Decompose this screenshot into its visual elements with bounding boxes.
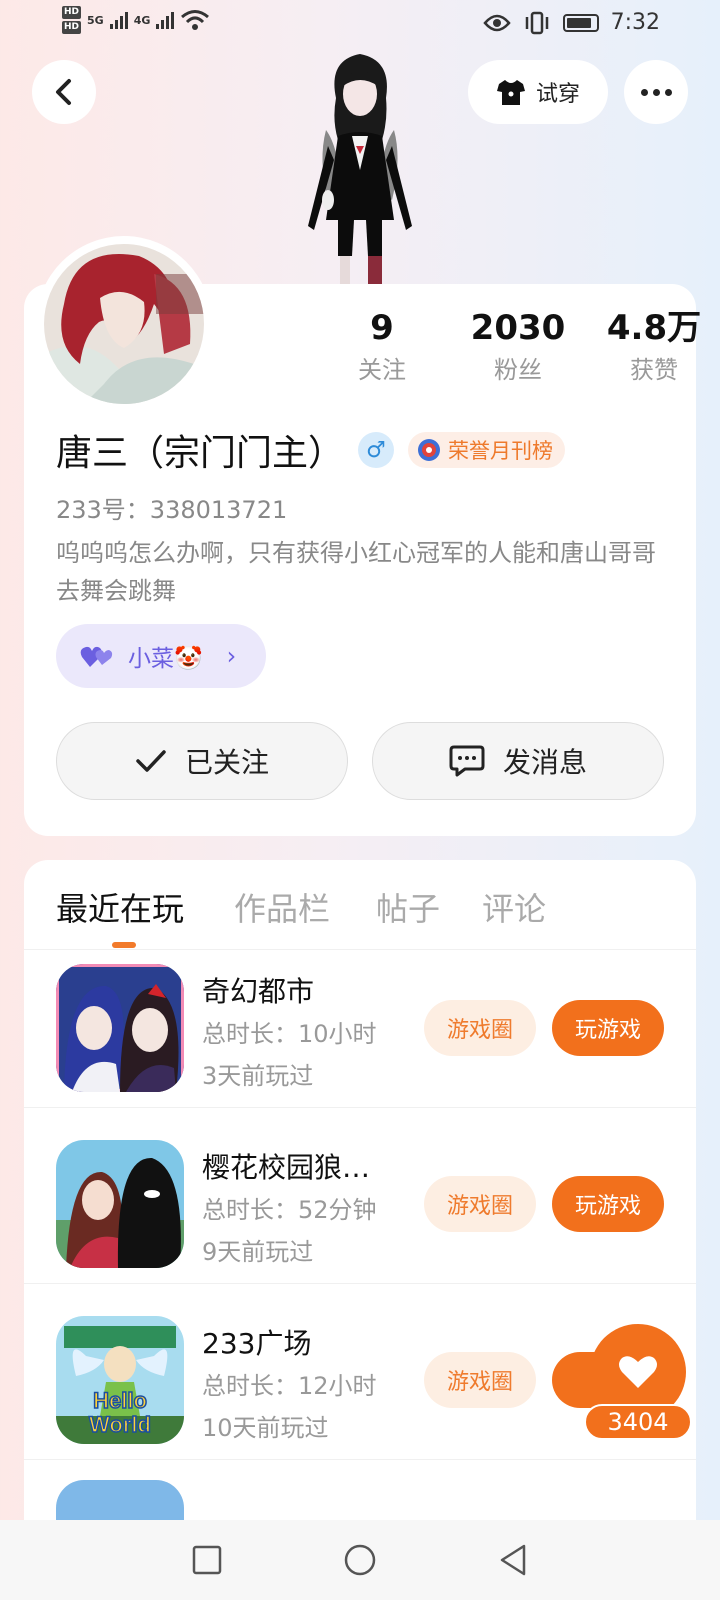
user-id: 233号：338013721 [56,496,288,524]
hd-badge: HD [62,21,82,34]
game-circle-button[interactable]: 游戏圈 [424,1176,536,1232]
relationship-tag-label: 小菜🤡 [128,646,203,672]
stat-fans[interactable]: 2030 粉丝 [450,306,586,390]
hd-badge: HD [62,6,82,19]
back-arrow-icon [56,79,71,105]
game-name: 233广场 [202,1327,312,1360]
system-nav-bar [0,1520,720,1600]
more-dot-icon [664,88,672,96]
like-count: 3404 [584,1404,692,1440]
hd-icons: HD HD [62,6,82,34]
vibrate-icon [525,11,548,34]
game-cover-image [56,964,184,1092]
send-message-button[interactable]: 发消息 [372,722,664,800]
try-on-label: 试穿 [535,82,580,107]
game-circle-button[interactable]: 游戏圈 [424,1000,536,1056]
try-on-button[interactable]: 试穿 [468,60,608,124]
signal-icon [156,11,175,29]
stats-row: 9 关注 2030 粉丝 4.8万 获赞 [314,306,720,390]
game-row[interactable]: 樱花校园狼… 总时长：52分钟 9天前玩过 游戏圈 玩游戏 [24,1108,696,1284]
honor-medal-icon [418,439,441,461]
game-last-played: 9天前玩过 [202,1238,314,1266]
home-icon[interactable] [343,1543,377,1577]
play-game-button[interactable]: 玩游戏 [552,1176,664,1232]
game-icon [56,1480,184,1520]
followed-label: 已关注 [184,746,269,779]
game-row[interactable]: 奇幻都市 总时长：10小时 3天前玩过 游戏圈 玩游戏 [24,932,696,1108]
male-icon: ♂ [358,432,395,468]
wifi-icon [181,10,210,30]
game-duration: 总时长：10小时 [202,1020,377,1048]
network-5g-label: 5G [87,13,104,27]
game-icon [56,1140,184,1268]
avatar-image [44,244,204,404]
more-button[interactable] [624,60,688,124]
chevron-right-icon: › [226,642,237,670]
user-name: 唐三（宗门门主） [56,433,345,474]
svg-text:Hello: Hello [93,1388,147,1413]
message-bubble-icon [449,745,485,777]
stat-likes[interactable]: 4.8万 获赞 [586,306,720,390]
heart-icon [619,1356,657,1388]
recent-apps-icon[interactable] [191,1544,223,1576]
tab-recent-played[interactable]: 最近在玩 [56,884,184,930]
game-last-played: 3天前玩过 [202,1062,314,1090]
network-4g-label: 4G [133,13,151,27]
more-dot-icon [652,88,660,96]
game-icon [56,964,184,1092]
content-card: 最近在玩 作品栏 帖子 评论 奇幻都市 总时长：10小时 3天前玩过 游戏圈 玩… [24,860,696,1600]
status-bar: HD HD 5G 4G 7:32 [0,0,720,48]
stat-label: 粉丝 [494,356,542,384]
check-icon [136,750,166,772]
avatar-figure[interactable] [298,50,422,286]
user-bio: 呜呜呜怎么办啊，只有获得小红心冠军的人能和唐山哥哥去舞会跳舞 [56,539,656,605]
followed-button[interactable]: 已关注 [56,722,348,800]
stat-value: 2030 [470,308,566,348]
svg-text:World: World [89,1412,151,1437]
signal-icon [109,11,128,29]
game-name: 樱花校园狼… [202,1151,371,1184]
honor-badge[interactable]: 荣誉月刊榜 [408,432,566,468]
tshirt-icon [496,80,525,105]
tab-comments[interactable]: 评论 [482,884,546,930]
more-dot-icon [640,88,648,96]
game-cover-image: Hello World [56,1316,184,1444]
status-left: HD HD 5G 4G [62,6,210,34]
game-duration: 总时长：12小时 [202,1372,377,1400]
stat-value: 4.8万 [606,308,702,348]
game-circle-button[interactable]: 游戏圈 [424,1352,536,1408]
status-right: 7:32 [482,10,660,35]
game-last-played: 10天前玩过 [202,1414,329,1442]
tab-works[interactable]: 作品栏 [234,884,330,930]
game-cover-image [56,1140,184,1268]
game-icon: Hello World [56,1316,184,1444]
game-name: 奇幻都市 [202,975,315,1008]
honor-label: 荣誉月刊榜 [448,439,554,463]
profile-avatar[interactable] [36,236,212,412]
stat-following[interactable]: 9 关注 [314,306,450,390]
eye-icon [482,14,511,31]
battery-icon [562,13,599,32]
status-time: 7:32 [610,10,660,35]
relationship-tag[interactable]: 小菜🤡 › [56,624,266,688]
send-message-label: 发消息 [502,746,587,779]
stat-value: 9 [370,308,394,348]
back-button[interactable] [32,60,96,124]
tab-posts[interactable]: 帖子 [376,884,440,930]
stat-label: 获赞 [630,356,678,384]
back-nav-icon[interactable] [497,1543,529,1577]
play-game-button[interactable]: 玩游戏 [552,1000,664,1056]
stat-label: 关注 [358,356,406,384]
name-row: 唐三（宗门门主） ♂ 荣誉月刊榜 [56,424,566,476]
game-duration: 总时长：52分钟 [202,1196,377,1224]
hearts-icon [80,646,113,667]
